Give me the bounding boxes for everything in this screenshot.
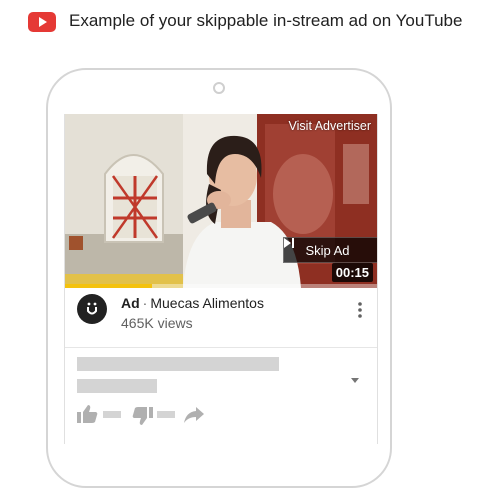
more-vert-icon[interactable] [357,300,363,320]
thumb-down-icon[interactable] [131,406,153,431]
page-title: Example of your skippable in-stream ad o… [69,11,463,30]
ad-title-line: Ad · Muecas Alimentos [121,295,264,311]
title-placeholder-line-2 [77,379,157,393]
view-count: 465K views [121,315,193,331]
youtube-play-icon [28,12,56,32]
advertiser-name[interactable]: Muecas Alimentos [150,295,264,311]
divider [65,347,377,348]
video-player[interactable]: Visit Advertiser Skip Ad 00:15 [65,114,377,288]
phone-screen: Visit Advertiser Skip Ad 00:15 Ad · Muec… [64,114,378,444]
thumb-up-icon[interactable] [77,404,99,429]
share-icon[interactable] [183,406,205,429]
like-count-placeholder [103,411,121,418]
visit-advertiser-link[interactable]: Visit Advertiser [289,119,371,133]
skip-ad-label: Skip Ad [305,242,350,258]
chevron-down-icon[interactable] [349,372,361,383]
ad-separator: · [142,295,148,311]
ad-info: Ad · Muecas Alimentos 465K views [65,288,377,338]
video-duration: 00:15 [331,263,373,282]
header: Example of your skippable in-stream ad o… [0,0,500,44]
phone-camera [213,82,225,94]
title-placeholder-line-1 [77,357,279,371]
advertiser-logo-icon[interactable] [77,294,107,324]
skip-ad-button[interactable]: Skip Ad [283,237,377,263]
ad-badge: Ad [121,295,140,311]
dislike-count-placeholder [157,411,175,418]
